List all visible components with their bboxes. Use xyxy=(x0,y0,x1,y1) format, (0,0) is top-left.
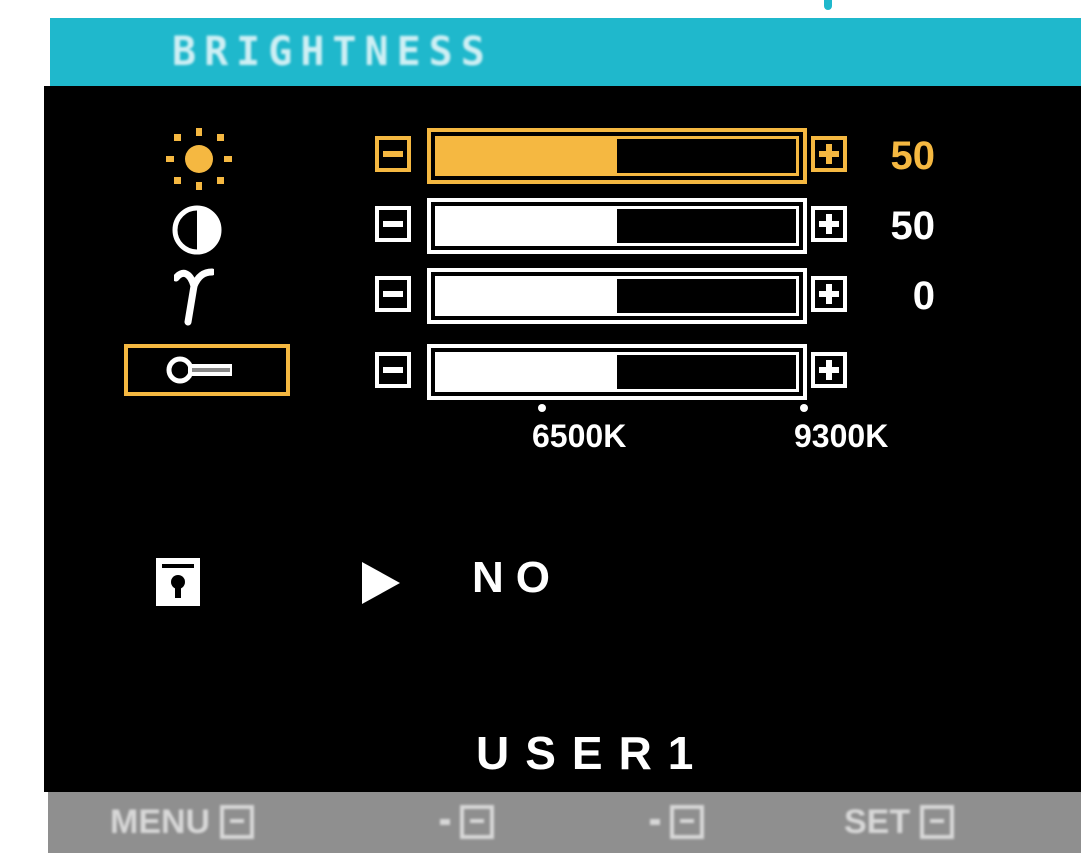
contrast-slider-row: 50 xyxy=(375,198,935,254)
gamma-slider-row: 0 xyxy=(375,268,935,324)
temperature-marker-9300k: 9300K xyxy=(794,404,889,456)
gamma-increase-button[interactable] xyxy=(811,276,847,312)
reset-icon[interactable] xyxy=(154,556,202,608)
down-button[interactable] xyxy=(440,798,494,846)
menu-button-label: MENU xyxy=(110,802,211,841)
brightness-slider-fill xyxy=(438,139,617,173)
marker-dot xyxy=(538,404,546,412)
contrast-slider-fill xyxy=(438,209,617,243)
menu-key-icon xyxy=(220,805,255,839)
minus-dot-icon xyxy=(440,819,450,825)
set-key-icon xyxy=(920,805,955,839)
brightness-slider-track[interactable] xyxy=(427,128,807,184)
brightness-slider-row: 50 xyxy=(375,128,935,184)
top-marker xyxy=(824,0,832,10)
color-temperature-icon[interactable] xyxy=(124,344,290,396)
contrast-decrease-button[interactable] xyxy=(375,206,411,242)
set-button-label: SET xyxy=(844,802,911,841)
color-temperature-decrease-button[interactable] xyxy=(375,352,411,388)
contrast-value: 50 xyxy=(890,204,936,248)
contrast-slider-track[interactable] xyxy=(427,198,807,254)
plus-dot-icon xyxy=(650,819,660,825)
osd-menu-panel: 50 50 0 6500K 9300K NO USER1 xyxy=(44,86,1081,792)
brightness-value: 50 xyxy=(890,134,936,178)
contrast-increase-button[interactable] xyxy=(811,206,847,242)
reset-value[interactable]: NO xyxy=(472,552,562,604)
contrast-icon[interactable] xyxy=(168,204,226,256)
title-bar: BRIGHTNESS xyxy=(50,18,1081,86)
play-arrow-icon xyxy=(362,562,400,604)
set-button[interactable]: SET xyxy=(844,798,955,846)
gamma-decrease-button[interactable] xyxy=(375,276,411,312)
up-button[interactable] xyxy=(650,798,704,846)
brightness-increase-button[interactable] xyxy=(811,136,847,172)
down-key-icon xyxy=(460,805,494,839)
menu-button[interactable]: MENU xyxy=(110,798,255,846)
gamma-slider-fill xyxy=(438,279,617,313)
gamma-value: 0 xyxy=(912,274,935,318)
up-key-icon xyxy=(670,805,704,839)
user-mode-label: USER1 xyxy=(476,727,710,779)
color-temperature-slider-fill xyxy=(438,355,617,389)
temperature-marker-6500k: 6500K xyxy=(532,404,627,456)
menu-title: BRIGHTNESS xyxy=(172,29,493,75)
gamma-icon[interactable] xyxy=(174,264,214,328)
temperature-marker-label: 9300K xyxy=(794,418,889,454)
thermometer-icon xyxy=(166,356,232,384)
color-temperature-increase-button[interactable] xyxy=(811,352,847,388)
marker-dot xyxy=(800,404,808,412)
sun-icon[interactable] xyxy=(164,126,234,192)
temperature-marker-label: 6500K xyxy=(532,418,627,454)
brightness-decrease-button[interactable] xyxy=(375,136,411,172)
gamma-slider-track[interactable] xyxy=(427,268,807,324)
color-temperature-slider-row xyxy=(375,344,935,400)
bottom-control-bar: MENU SET xyxy=(48,792,1081,853)
color-temperature-slider-track[interactable] xyxy=(427,344,807,400)
